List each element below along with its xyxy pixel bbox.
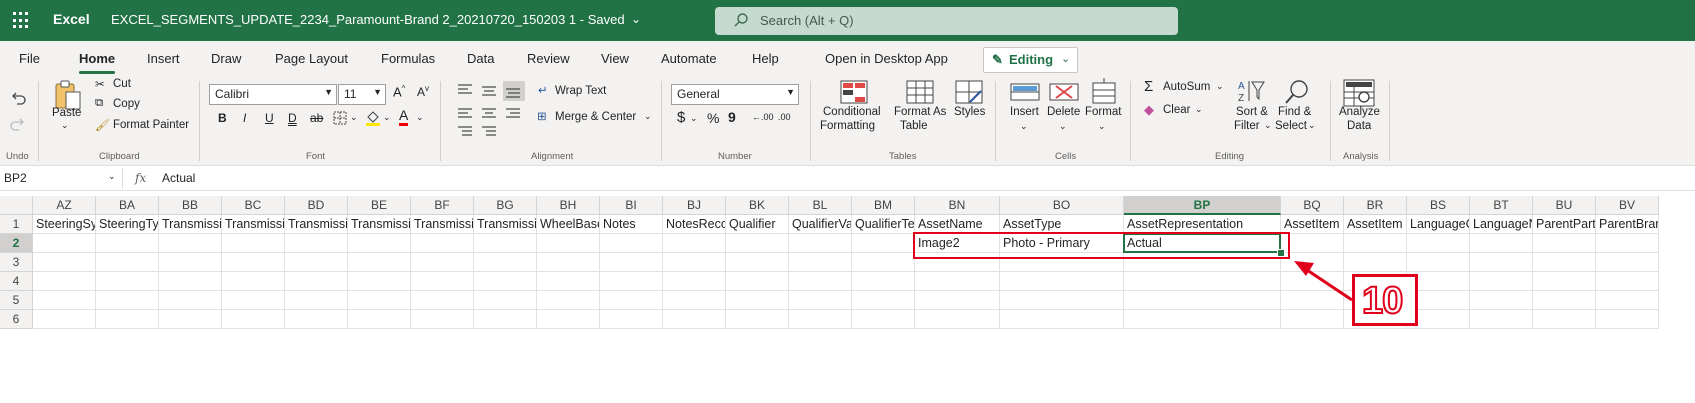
step-number-badge: 10 [1352, 274, 1418, 326]
annotation-arrow [1294, 261, 1353, 302]
step-number: 10 [1361, 279, 1404, 323]
